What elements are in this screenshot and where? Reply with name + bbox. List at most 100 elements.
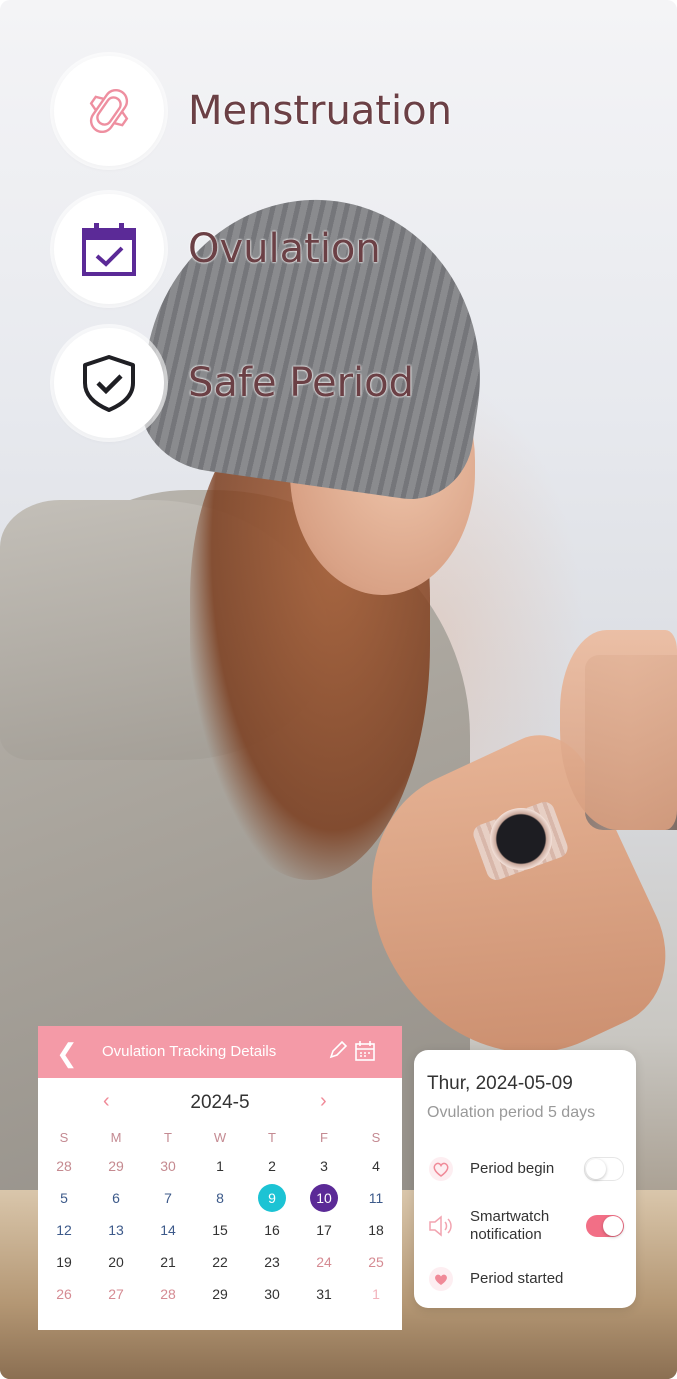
month-label: 2024-5 [190, 1092, 250, 1113]
date-cell[interactable]: 22 [194, 1246, 246, 1278]
date-number: 25 [368, 1254, 384, 1270]
date-number: 8 [216, 1190, 224, 1206]
date-number: 10 [316, 1190, 332, 1206]
week-row: 12 13 14 15 16 17 18 [38, 1214, 402, 1246]
date-cell[interactable]: 25 [350, 1246, 402, 1278]
speaker-icon [426, 1211, 456, 1241]
weekday-label: T [164, 1130, 172, 1145]
date-number: 28 [160, 1286, 176, 1302]
shield-check-icon [54, 328, 164, 438]
edit-icon[interactable] [328, 1040, 348, 1065]
date-number: 29 [108, 1158, 124, 1174]
date-cell[interactable]: 30 [142, 1150, 194, 1182]
smartwatch-notification-row: Smartwatch notification [426, 1208, 630, 1244]
calendar-header: ❮ Ovulation Tracking Details [38, 1026, 402, 1078]
date-cell[interactable]: 29 [90, 1150, 142, 1182]
date-cell[interactable]: 12 [38, 1214, 90, 1246]
date-number: 13 [108, 1222, 124, 1238]
date-number: 16 [264, 1222, 280, 1238]
detail-subtitle: Ovulation period 5 days [427, 1104, 596, 1121]
weekday-label: T [268, 1130, 276, 1145]
date-cell[interactable]: 7 [142, 1182, 194, 1214]
period-begin-row: Period begin [426, 1154, 630, 1184]
date-number: 12 [56, 1222, 72, 1238]
next-month-button[interactable]: › [320, 1090, 327, 1113]
date-number: 20 [108, 1254, 124, 1270]
promo-page: Menstruation Ovulation Safe Period ❮ Ovu [0, 0, 677, 1379]
date-cell[interactable]: 1 [194, 1150, 246, 1182]
smartwatch-notification-toggle[interactable] [586, 1215, 624, 1237]
smartwatch [490, 808, 552, 870]
week-row: 28 29 30 1 2 3 4 [38, 1150, 402, 1182]
date-cell[interactable]: 2 [246, 1150, 298, 1182]
today-date-cell[interactable]: 9 [246, 1182, 298, 1214]
date-cell[interactable]: 3 [298, 1150, 350, 1182]
date-cell[interactable]: 13 [90, 1214, 142, 1246]
date-cell[interactable]: 29 [194, 1278, 246, 1310]
back-icon[interactable]: ❮ [56, 1038, 78, 1069]
calendar-icon[interactable] [354, 1040, 376, 1067]
date-cell[interactable]: 11 [350, 1182, 402, 1214]
date-number: 23 [264, 1254, 280, 1270]
date-cell[interactable]: 23 [246, 1246, 298, 1278]
date-number: 11 [368, 1190, 384, 1206]
weekday-label: W [213, 1130, 227, 1145]
date-cell[interactable]: 17 [298, 1214, 350, 1246]
date-number: 22 [212, 1254, 228, 1270]
date-number: 9 [268, 1190, 276, 1206]
feature-safe-period: Safe Period [54, 328, 414, 438]
feature-menstruation: Menstruation [54, 56, 452, 166]
week-row: 26 27 28 29 30 31 1 [38, 1278, 402, 1310]
date-number: 27 [108, 1286, 124, 1302]
feature-ovulation: Ovulation [54, 194, 381, 304]
date-number: 15 [212, 1222, 228, 1238]
date-number: 21 [160, 1254, 176, 1270]
date-cell[interactable]: 4 [350, 1150, 402, 1182]
date-cell[interactable]: 8 [194, 1182, 246, 1214]
date-cell[interactable]: 21 [142, 1246, 194, 1278]
date-number: 2 [268, 1158, 276, 1174]
date-cell[interactable]: 15 [194, 1214, 246, 1246]
date-cell[interactable]: 18 [350, 1214, 402, 1246]
date-cell[interactable]: 28 [38, 1150, 90, 1182]
period-begin-toggle[interactable] [584, 1157, 624, 1181]
date-cell[interactable]: 16 [246, 1214, 298, 1246]
date-cell[interactable]: 30 [246, 1278, 298, 1310]
date-cell[interactable]: 20 [90, 1246, 142, 1278]
date-cell[interactable]: 28 [142, 1278, 194, 1310]
date-cell[interactable]: 14 [142, 1214, 194, 1246]
date-number: 31 [316, 1286, 332, 1302]
ovulation-calendar-card: ❮ Ovulation Tracking Details ‹ 2024-5 › … [38, 1026, 402, 1330]
date-number: 7 [164, 1190, 172, 1206]
weekday-label: M [110, 1130, 122, 1145]
feature-label: Safe Period [188, 360, 415, 406]
date-number: 24 [316, 1254, 332, 1270]
weekday-label: S [59, 1130, 69, 1145]
date-cell[interactable]: 27 [90, 1278, 142, 1310]
date-number: 19 [56, 1254, 72, 1270]
date-number: 26 [56, 1286, 72, 1302]
date-cell[interactable]: 5 [38, 1182, 90, 1214]
day-detail-card: Thur, 2024-05-09 Ovulation period 5 days… [414, 1050, 636, 1308]
feature-label: Ovulation [188, 226, 381, 272]
date-cell[interactable]: 19 [38, 1246, 90, 1278]
date-cell[interactable]: 26 [38, 1278, 90, 1310]
smartwatch-notification-label: Smartwatch notification [470, 1208, 550, 1243]
date-number: 29 [212, 1286, 228, 1302]
date-number: 30 [160, 1158, 176, 1174]
date-number: 28 [56, 1158, 72, 1174]
calendar-title: Ovulation Tracking Details [102, 1043, 277, 1060]
week-row: 5 6 7 8 9 10 11 [38, 1182, 402, 1214]
calendar-check-icon [54, 194, 164, 304]
date-cell[interactable]: 1 [350, 1278, 402, 1310]
selected-date-cell[interactable]: 10 [298, 1182, 350, 1214]
weekday-row: SMTWTFS [38, 1126, 402, 1150]
date-cell[interactable]: 24 [298, 1246, 350, 1278]
weekday-label: F [320, 1130, 328, 1145]
photo-hand [560, 630, 677, 830]
date-number: 4 [372, 1158, 380, 1174]
weekday-label: S [371, 1130, 381, 1145]
date-cell[interactable]: 6 [90, 1182, 142, 1214]
period-begin-label: Period begin [470, 1160, 555, 1177]
date-cell[interactable]: 31 [298, 1278, 350, 1310]
